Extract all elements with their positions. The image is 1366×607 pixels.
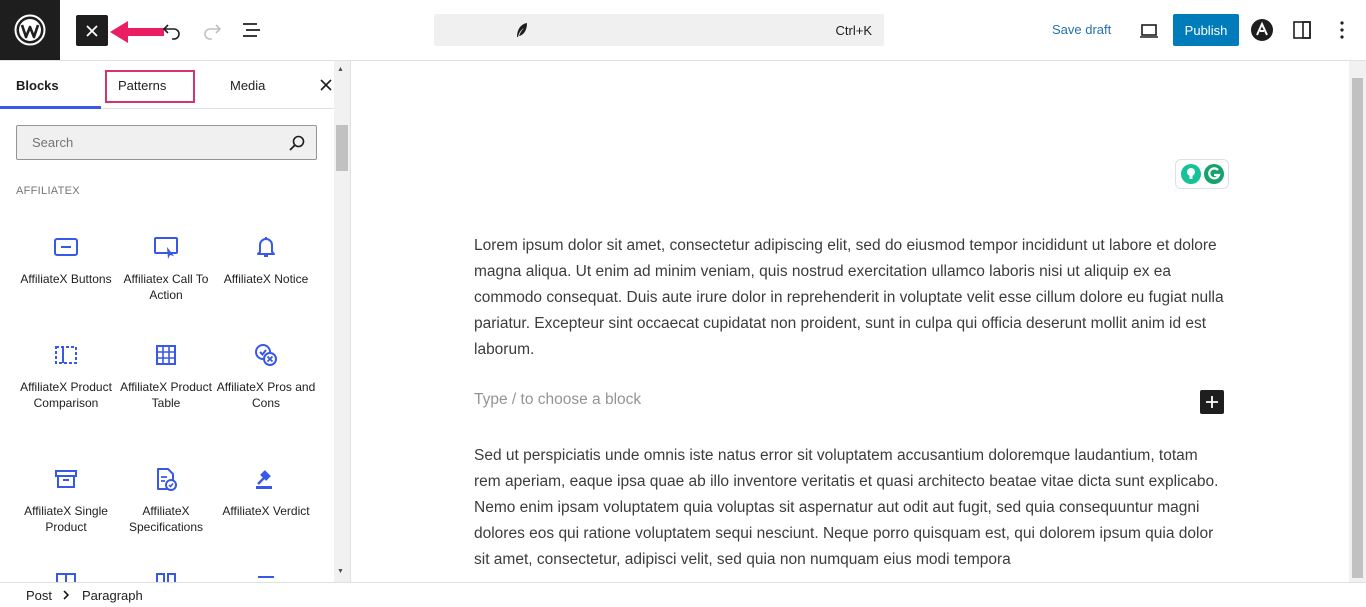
lightbulb-icon [1181, 164, 1201, 184]
preview-icon[interactable] [1137, 19, 1161, 43]
canvas-scrollbar-thumb[interactable] [1352, 78, 1363, 578]
tab-patterns[interactable]: Patterns [118, 61, 166, 109]
command-palette-button[interactable]: Ctrl+K [434, 14, 884, 46]
block-affiliatex-pros-and-cons[interactable]: AffiliateX Pros and Cons [216, 341, 316, 411]
block-affiliatex-call-to-action[interactable]: Affiliatex Call To Action [116, 233, 216, 303]
block-label: AffiliateX Pros and Cons [216, 380, 316, 410]
columns-icon [156, 573, 176, 582]
block-label: AffiliateX Single Product [24, 504, 108, 534]
block-affiliatex-product-table[interactable]: AffiliateX Product Table [116, 341, 216, 411]
block-label: AffiliateX Verdict [222, 504, 310, 518]
more-options-icon[interactable] [1330, 18, 1354, 42]
block-label: Affiliatex Call To Action [123, 272, 209, 302]
chevron-right-icon [63, 590, 70, 600]
empty-block-placeholder[interactable]: Type / to choose a block [474, 391, 641, 409]
editor-header: Ctrl+K Save draft Publish [0, 0, 1366, 61]
document-overview-icon[interactable] [240, 18, 264, 42]
block-affiliatex-single-product[interactable]: AffiliateX Single Product [16, 465, 116, 535]
close-icon[interactable] [316, 75, 336, 95]
plus-icon [1206, 396, 1218, 408]
sidebar-scrollbar-thumb[interactable] [336, 125, 348, 171]
annotation-arrow-icon [110, 21, 164, 43]
astra-icon[interactable] [1250, 18, 1274, 42]
inserter-tabs: Blocks Patterns Media [0, 61, 350, 109]
editor-canvas: Lorem ipsum dolor sit amet, consectetur … [351, 61, 1349, 582]
block-label: AffiliateX Product Comparison [20, 380, 112, 410]
category-heading: AFFILIATEX [16, 185, 80, 197]
bell-icon [257, 237, 275, 257]
add-block-button[interactable] [1200, 390, 1224, 414]
gavel-icon [256, 470, 272, 489]
paragraph-block[interactable]: Lorem ipsum dolor sit amet, consectetur … [474, 233, 1226, 363]
pros-cons-icon [255, 344, 277, 366]
comparison-icon [55, 346, 77, 364]
breadcrumb: Post Paragraph [0, 582, 1366, 607]
table-icon [156, 345, 176, 365]
button-icon [54, 238, 78, 256]
paragraph-block[interactable]: Sed ut perspiciatis unde omnis iste natu… [474, 443, 1226, 573]
feather-icon [517, 23, 527, 37]
box-icon [55, 470, 77, 488]
publish-button[interactable]: Publish [1173, 14, 1239, 46]
settings-sidebar-icon[interactable] [1290, 18, 1314, 42]
layout-icon [56, 573, 76, 582]
block-affiliatex-product-comparison[interactable]: AffiliateX Product Comparison [16, 341, 116, 411]
search-input[interactable] [18, 127, 278, 158]
wordpress-logo-icon[interactable] [0, 0, 60, 60]
tab-media[interactable]: Media [230, 61, 265, 109]
scroll-up-icon[interactable]: ▲ [337, 66, 344, 73]
specifications-icon [157, 468, 177, 491]
grammarly-widget[interactable] [1175, 159, 1229, 189]
keyboard-shortcut: Ctrl+K [835, 23, 872, 38]
redo-icon[interactable] [200, 18, 224, 42]
block-affiliatex-specifications[interactable]: AffiliateX Specifications [116, 465, 216, 535]
close-icon [86, 24, 98, 37]
save-draft-button[interactable]: Save draft [1052, 22, 1111, 37]
grammarly-icon [1204, 164, 1224, 184]
active-tab-indicator [0, 106, 101, 109]
block-affiliatex-notice[interactable]: AffiliateX Notice [216, 233, 316, 287]
breadcrumb-item-paragraph[interactable]: Paragraph [82, 588, 143, 603]
tab-blocks[interactable]: Blocks [16, 61, 59, 109]
block-affiliatex-buttons[interactable]: AffiliateX Buttons [16, 233, 116, 287]
close-inserter-button[interactable] [76, 15, 108, 46]
undo-icon[interactable] [160, 18, 184, 42]
list-icon [258, 576, 274, 582]
search-icon [289, 135, 305, 151]
block-search [16, 125, 317, 160]
block-affiliatex-verdict[interactable]: AffiliateX Verdict [216, 465, 316, 519]
scroll-down-icon[interactable]: ▼ [337, 568, 344, 575]
block-label: AffiliateX Notice [223, 272, 309, 286]
breadcrumb-item-post[interactable]: Post [26, 588, 52, 603]
block-inserter-panel: Blocks Patterns Media AFFILIATEX Affilia… [0, 61, 351, 582]
block-label: AffiliateX Specifications [128, 504, 204, 534]
block-label: AffiliateX Product Table [120, 380, 212, 410]
block-label: AffiliateX Buttons [20, 272, 112, 286]
call-to-action-icon [154, 237, 178, 259]
